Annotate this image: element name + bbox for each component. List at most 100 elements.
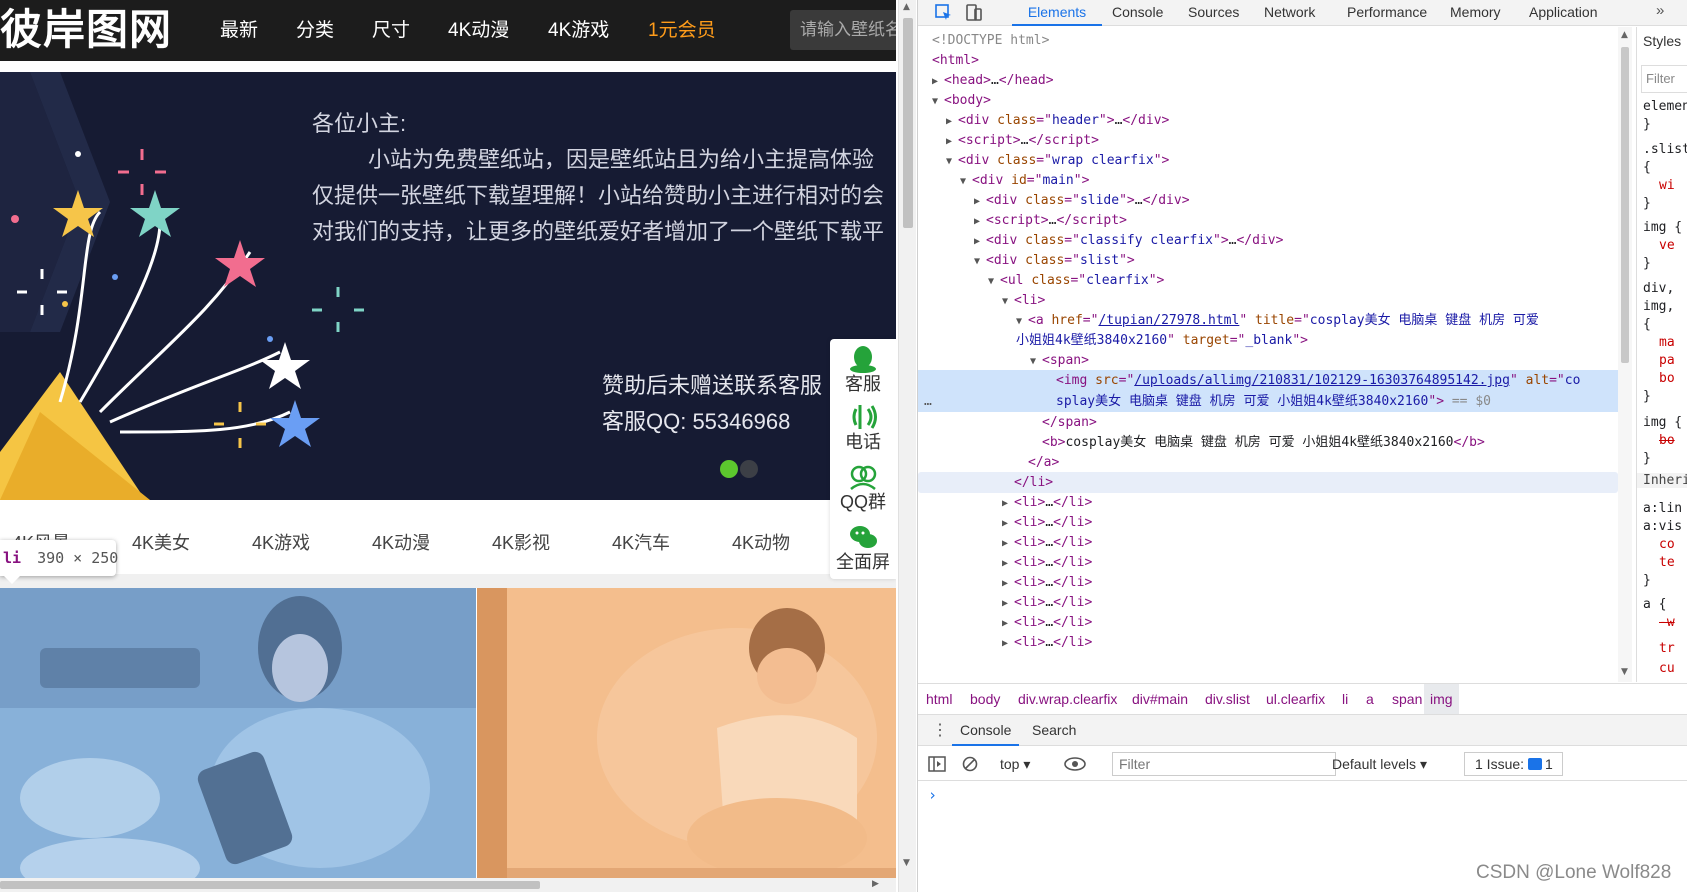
nav-size[interactable]: 尺寸 bbox=[372, 0, 448, 61]
tab-performance[interactable]: Performance bbox=[1347, 0, 1427, 26]
crumb-main[interactable]: div#main bbox=[1132, 684, 1188, 714]
dom-node-slist[interactable]: ▼ <div class="slist"> bbox=[974, 250, 1135, 271]
dom-node-span-close[interactable]: </span> bbox=[1042, 412, 1097, 433]
nav-4k-game[interactable]: 4K游戏 bbox=[548, 0, 648, 61]
dom-node-main[interactable]: ▼ <div id="main"> bbox=[960, 170, 1089, 191]
scroll-down-icon[interactable]: ▼ bbox=[903, 858, 910, 868]
float-phone[interactable]: 电话 bbox=[830, 403, 896, 453]
scroll-up-icon[interactable]: ▲ bbox=[903, 2, 910, 12]
dom-node-ul[interactable]: ▼ <ul class="clearfix"> bbox=[988, 270, 1164, 291]
style-prop[interactable]: tr bbox=[1659, 641, 1675, 656]
node-actions-icon[interactable]: … bbox=[924, 394, 932, 409]
tab-console[interactable]: Console bbox=[1112, 0, 1163, 26]
style-prop[interactable]: wi bbox=[1659, 178, 1675, 193]
tab-application[interactable]: Application bbox=[1529, 0, 1598, 26]
log-levels-select[interactable]: Default levels ▾ bbox=[1332, 747, 1427, 781]
dom-node-li-collapsed[interactable]: ▶ <li>…</li> bbox=[1002, 632, 1092, 653]
scrollbar-thumb[interactable] bbox=[1621, 47, 1629, 363]
console-filter-input[interactable]: Filter bbox=[1112, 752, 1336, 776]
hero-banner[interactable]: 各位小主: 小站为免费壁纸站，因是壁纸站且为给小主提高体验 仅提供一张壁纸下载望… bbox=[0, 72, 896, 500]
style-prop-overridden[interactable]: bo bbox=[1659, 433, 1675, 448]
category-4k-anime[interactable]: 4K动漫 bbox=[372, 512, 430, 574]
dom-node-li-collapsed[interactable]: ▶ <li>…</li> bbox=[1002, 592, 1092, 613]
style-prop[interactable]: ma bbox=[1659, 335, 1675, 350]
float-service[interactable]: 客服 bbox=[830, 345, 896, 395]
dom-node-li-collapsed[interactable]: ▶ <li>…</li> bbox=[1002, 492, 1092, 513]
dom-node-header[interactable]: ▶ <div class="header">…</div> bbox=[946, 110, 1169, 131]
scrollbar-thumb[interactable] bbox=[903, 18, 913, 228]
style-prop[interactable]: cu bbox=[1659, 661, 1675, 676]
scrollbar-thumb[interactable] bbox=[0, 881, 540, 889]
crumb-span[interactable]: span bbox=[1392, 684, 1422, 714]
category-4k-car[interactable]: 4K汽车 bbox=[612, 512, 670, 574]
dom-node-classify[interactable]: ▶ <div class="classify clearfix">…</div> bbox=[974, 230, 1283, 251]
carousel-dot-active[interactable] bbox=[720, 460, 738, 478]
issues-button[interactable]: 1 Issue: 1 bbox=[1464, 752, 1563, 776]
page-horizontal-scrollbar[interactable]: ▶ bbox=[0, 878, 896, 892]
dom-node-slide[interactable]: ▶ <div class="slide">…</div> bbox=[974, 190, 1190, 211]
drawer-tab-search[interactable]: Search bbox=[1032, 715, 1076, 746]
dom-node-script[interactable]: ▶ <script>…</script> bbox=[974, 210, 1127, 231]
dom-node-a[interactable]: ▼ <a href="/tupian/27978.html" title="cos… bbox=[1016, 310, 1539, 331]
scroll-down-icon[interactable]: ▼ bbox=[1621, 667, 1628, 677]
page-vertical-scrollbar[interactable]: ▲ ▼ bbox=[898, 0, 916, 892]
console-prompt[interactable]: › bbox=[928, 786, 937, 804]
href-link[interactable]: /tupian/27978.html bbox=[1098, 313, 1239, 328]
styles-tab[interactable]: Styles bbox=[1643, 33, 1681, 49]
search-input[interactable]: 请输入壁纸名 bbox=[790, 10, 896, 50]
dom-node-span[interactable]: ▼ <span> bbox=[1030, 350, 1089, 371]
dom-node-li-close[interactable]: </li> bbox=[918, 472, 1618, 493]
crumb-wrap[interactable]: div.wrap.clearfix bbox=[1018, 684, 1117, 714]
crumb-slist[interactable]: div.slist bbox=[1205, 684, 1250, 714]
crumb-body[interactable]: body bbox=[970, 684, 1000, 714]
crumb-img[interactable]: img bbox=[1424, 684, 1459, 714]
live-expression-eye-icon[interactable] bbox=[1064, 757, 1086, 771]
dom-node-li-collapsed[interactable]: ▶ <li>…</li> bbox=[1002, 532, 1092, 553]
tab-memory[interactable]: Memory bbox=[1450, 0, 1501, 26]
dom-node-li-collapsed[interactable]: ▶ <li>…</li> bbox=[1002, 572, 1092, 593]
dom-node-li-collapsed[interactable]: ▶ <li>…</li> bbox=[1002, 552, 1092, 573]
style-prop[interactable]: pa bbox=[1659, 353, 1675, 368]
crumb-a[interactable]: a bbox=[1366, 684, 1374, 714]
dom-node-doctype[interactable]: <!DOCTYPE html> bbox=[932, 30, 1049, 51]
style-prop[interactable]: ve bbox=[1659, 238, 1675, 253]
tab-elements[interactable]: Elements bbox=[1012, 0, 1102, 26]
sidebar-toggle-icon[interactable] bbox=[928, 756, 946, 772]
nav-vip[interactable]: 1元会员 bbox=[648, 0, 738, 61]
dom-node-body[interactable]: ▼ <body> bbox=[932, 90, 991, 111]
elements-scrollbar[interactable]: ▲ ▼ bbox=[1618, 27, 1632, 682]
more-tabs-icon[interactable]: » bbox=[1656, 2, 1664, 19]
category-4k-game[interactable]: 4K游戏 bbox=[252, 512, 310, 574]
tab-sources[interactable]: Sources bbox=[1188, 0, 1239, 26]
dom-node-img-selected[interactable]: <img src="/uploads/allimg/210831/102129-… bbox=[918, 370, 1618, 391]
float-fullscreen[interactable]: 全面屏 bbox=[830, 523, 896, 573]
dom-node-b[interactable]: <b>cosplay美女 电脑桌 键盘 机房 可爱 小姐姐4k壁纸3840x21… bbox=[1042, 432, 1485, 453]
dom-node-li-collapsed[interactable]: ▶ <li>…</li> bbox=[1002, 512, 1092, 533]
context-select[interactable]: top ▾ bbox=[1000, 747, 1030, 781]
dom-node-img-cont[interactable]: splay美女 电脑桌 键盘 机房 可爱 小姐姐4k壁纸3840x2160"> … bbox=[918, 391, 1618, 412]
dom-node-head[interactable]: ▶ <head>…</head> bbox=[932, 70, 1054, 91]
drawer-menu-icon[interactable]: ⋮ bbox=[932, 720, 948, 740]
nav-latest[interactable]: 最新 bbox=[220, 0, 296, 61]
dom-node-wrap[interactable]: ▼ <div class="wrap clearfix"> bbox=[946, 150, 1169, 171]
dom-node-script[interactable]: ▶ <script>…</script> bbox=[946, 130, 1099, 151]
crumb-ul[interactable]: ul.clearfix bbox=[1266, 684, 1325, 714]
nav-4k-anime[interactable]: 4K动漫 bbox=[448, 0, 548, 61]
carousel-dot[interactable] bbox=[740, 460, 758, 478]
clear-console-icon[interactable] bbox=[962, 756, 978, 772]
style-prop[interactable]: te bbox=[1659, 555, 1675, 570]
elements-tree[interactable]: <!DOCTYPE html> <html> ▶ <head>…</head> ▼… bbox=[918, 27, 1618, 682]
dom-node-li-collapsed[interactable]: ▶ <li>…</li> bbox=[1002, 612, 1092, 633]
style-prop-overridden[interactable]: -w bbox=[1659, 615, 1675, 630]
crumb-html[interactable]: html bbox=[926, 684, 952, 714]
inspect-element-icon[interactable] bbox=[934, 3, 954, 23]
style-prop[interactable]: co bbox=[1659, 537, 1675, 552]
category-4k-beauty[interactable]: 4K美女 bbox=[132, 512, 190, 574]
styles-filter-input[interactable]: Filter bbox=[1641, 65, 1687, 93]
dom-node-li[interactable]: ▼ <li> bbox=[1002, 290, 1045, 311]
device-toolbar-icon[interactable] bbox=[964, 3, 984, 23]
style-prop[interactable]: bo bbox=[1659, 371, 1675, 386]
scroll-right-icon[interactable]: ▶ bbox=[872, 879, 879, 889]
category-4k-animal[interactable]: 4K动物 bbox=[732, 512, 790, 574]
drawer-tab-console[interactable]: Console bbox=[952, 715, 1020, 746]
